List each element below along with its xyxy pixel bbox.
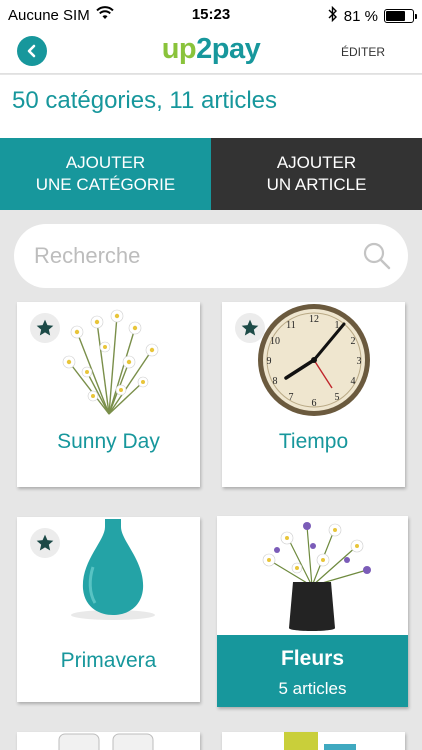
add-category-line2: UNE CATÉGORIE [35, 175, 176, 194]
svg-text:7: 7 [289, 392, 294, 403]
status-right: 81 % [328, 5, 417, 26]
status-bar: Aucune SIM 15:23 81 % [0, 0, 422, 30]
bluetooth-icon [328, 5, 338, 26]
svg-text:2: 2 [351, 336, 356, 347]
search-box [14, 224, 408, 288]
add-article-button[interactable]: AJOUTER UN ARTICLE [211, 138, 422, 210]
add-category-button[interactable]: AJOUTER UNE CATÉGORIE [0, 138, 211, 210]
favorite-star-button[interactable] [30, 313, 60, 343]
search-input[interactable] [34, 224, 344, 288]
star-icon [36, 319, 54, 336]
favorite-star-button[interactable] [30, 528, 60, 558]
svg-text:3: 3 [357, 356, 362, 367]
jars-image [58, 733, 154, 750]
logo-part-up: up [161, 33, 197, 65]
category-article-count: 5 articles [278, 679, 347, 698]
add-category-label: AJOUTER UNE CATÉGORIE [36, 152, 175, 196]
add-article-label: AJOUTER UN ARTICLE [267, 152, 367, 196]
category-selected-footer: Fleurs 5 articles [217, 635, 408, 707]
app-header: up2pay ÉDITER [0, 30, 422, 74]
bottles-image [284, 732, 356, 750]
category-label: Fleurs [280, 647, 345, 670]
battery-fill [386, 11, 406, 21]
favorite-star-button[interactable] [235, 313, 265, 343]
logo-part-pay: 2pay [196, 33, 261, 65]
category-card-primavera[interactable]: Primavera [17, 517, 200, 702]
svg-text:11: 11 [286, 320, 296, 331]
summary-bar: 50 catégories, 11 articles [0, 75, 422, 138]
category-card-fleurs[interactable]: Fleurs 5 articles [217, 516, 408, 707]
svg-text:6: 6 [312, 398, 317, 409]
category-card-partial[interactable] [17, 732, 200, 750]
battery-icon [384, 9, 417, 23]
star-icon [241, 319, 259, 336]
svg-text:4: 4 [351, 376, 356, 387]
add-category-line1: AJOUTER [65, 153, 146, 172]
search-icon[interactable] [362, 241, 392, 276]
battery-percent: 81 % [343, 7, 378, 25]
svg-text:10: 10 [270, 336, 280, 347]
edit-button[interactable]: ÉDITER [341, 45, 385, 59]
summary-text: 50 catégories, 11 articles [12, 87, 278, 114]
svg-text:12: 12 [309, 314, 319, 325]
category-card-sunny-day[interactable]: Sunny Day [17, 302, 200, 487]
svg-text:5: 5 [335, 392, 340, 403]
svg-text:8: 8 [273, 376, 278, 387]
flower-vase-image [262, 522, 371, 631]
category-card-partial[interactable] [222, 732, 405, 750]
add-article-line2: UN ARTICLE [266, 175, 367, 194]
category-card-tiempo[interactable]: 12 1 2 345 678 9 10 11 Tiempo [222, 302, 405, 487]
category-label: Sunny Day [57, 430, 160, 453]
star-icon [36, 534, 54, 551]
add-article-line1: AJOUTER [276, 153, 357, 172]
category-label: Tiempo [278, 430, 349, 453]
category-label: Primavera [60, 649, 157, 672]
svg-text:9: 9 [267, 356, 272, 367]
